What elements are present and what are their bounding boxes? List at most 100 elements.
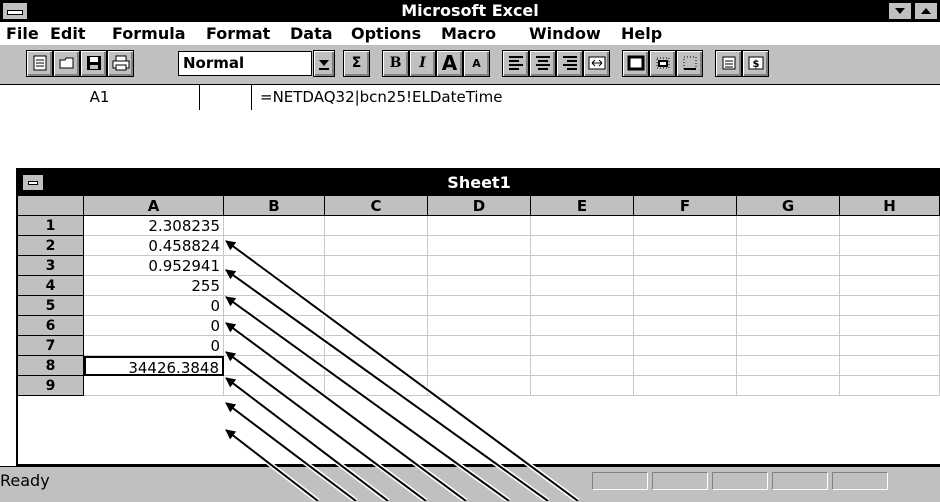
dotted-border-button[interactable]: [676, 50, 703, 77]
cell-e7[interactable]: [531, 336, 634, 356]
row-header-5[interactable]: 5: [18, 296, 84, 316]
cell-f4[interactable]: [634, 276, 737, 296]
cell-a1[interactable]: 2.308235: [84, 216, 224, 236]
cell-f6[interactable]: [634, 316, 737, 336]
cell-d1[interactable]: [428, 216, 531, 236]
cell-d2[interactable]: [428, 236, 531, 256]
cell-d9[interactable]: [428, 376, 531, 396]
new-sheet-button[interactable]: [26, 50, 53, 77]
menu-edit[interactable]: Edit: [50, 22, 86, 45]
cell-d4[interactable]: [428, 276, 531, 296]
cell-h4[interactable]: [840, 276, 940, 296]
autosum-button[interactable]: Σ: [343, 50, 370, 77]
cell-d8[interactable]: [428, 356, 531, 376]
cell-reference-box[interactable]: A1: [0, 85, 200, 110]
cell-f3[interactable]: [634, 256, 737, 276]
column-header-e[interactable]: E: [531, 196, 634, 216]
cell-d3[interactable]: [428, 256, 531, 276]
cell-a4[interactable]: 255: [84, 276, 224, 296]
cell-b2[interactable]: [224, 236, 325, 256]
cell-c5[interactable]: [325, 296, 428, 316]
cell-a8-selected[interactable]: 34426.3848: [84, 356, 224, 377]
cell-b4[interactable]: [224, 276, 325, 296]
italic-button[interactable]: I: [409, 50, 436, 77]
cell-a3[interactable]: 0.952941: [84, 256, 224, 276]
cell-c9[interactable]: [325, 376, 428, 396]
cell-f9[interactable]: [634, 376, 737, 396]
menu-window[interactable]: Window: [529, 22, 601, 45]
row-header-6[interactable]: 6: [18, 316, 84, 336]
cell-f5[interactable]: [634, 296, 737, 316]
cell-c7[interactable]: [325, 336, 428, 356]
cell-f8[interactable]: [634, 356, 737, 376]
cell-f2[interactable]: [634, 236, 737, 256]
outline-border-button[interactable]: [622, 50, 649, 77]
cell-h9[interactable]: [840, 376, 940, 396]
cell-g6[interactable]: [737, 316, 840, 336]
cell-e5[interactable]: [531, 296, 634, 316]
cell-a5[interactable]: 0: [84, 296, 224, 316]
print-button[interactable]: [107, 50, 134, 77]
cell-e9[interactable]: [531, 376, 634, 396]
cell-e2[interactable]: [531, 236, 634, 256]
formula-input[interactable]: =NETDAQ32|bcn25!ELDateTime: [260, 85, 502, 110]
select-visible-button[interactable]: [715, 50, 742, 77]
row-header-9[interactable]: 9: [18, 376, 84, 396]
column-header-h[interactable]: H: [840, 196, 940, 216]
bold-button[interactable]: B: [382, 50, 409, 77]
cell-c2[interactable]: [325, 236, 428, 256]
column-header-c[interactable]: C: [325, 196, 428, 216]
cell-h2[interactable]: [840, 236, 940, 256]
cell-c8[interactable]: [325, 356, 428, 376]
menu-options[interactable]: Options: [351, 22, 421, 45]
menu-data[interactable]: Data: [290, 22, 333, 45]
cell-c4[interactable]: [325, 276, 428, 296]
style-dropdown-button[interactable]: [313, 50, 335, 77]
cell-g5[interactable]: [737, 296, 840, 316]
column-header-b[interactable]: B: [224, 196, 325, 216]
cell-g9[interactable]: [737, 376, 840, 396]
column-header-d[interactable]: D: [428, 196, 531, 216]
cell-d7[interactable]: [428, 336, 531, 356]
currency-button[interactable]: $: [742, 50, 769, 77]
cell-c1[interactable]: [325, 216, 428, 236]
column-header-g[interactable]: G: [737, 196, 840, 216]
cell-b5[interactable]: [224, 296, 325, 316]
cell-g2[interactable]: [737, 236, 840, 256]
cell-e6[interactable]: [531, 316, 634, 336]
menu-format[interactable]: Format: [206, 22, 270, 45]
bottom-border-button[interactable]: [649, 50, 676, 77]
menu-file[interactable]: File: [6, 22, 39, 45]
menu-macro[interactable]: Macro: [441, 22, 496, 45]
cell-f7[interactable]: [634, 336, 737, 356]
cell-b3[interactable]: [224, 256, 325, 276]
cell-d6[interactable]: [428, 316, 531, 336]
increase-font-button[interactable]: A: [436, 50, 463, 77]
align-left-button[interactable]: [502, 50, 529, 77]
cell-a7[interactable]: 0: [84, 336, 224, 356]
cell-a9[interactable]: [84, 376, 224, 396]
cell-e1[interactable]: [531, 216, 634, 236]
cell-e3[interactable]: [531, 256, 634, 276]
cell-h6[interactable]: [840, 316, 940, 336]
column-header-a[interactable]: A: [84, 196, 224, 216]
menu-formula[interactable]: Formula: [112, 22, 186, 45]
row-header-1[interactable]: 1: [18, 216, 84, 236]
cell-e4[interactable]: [531, 276, 634, 296]
cell-c6[interactable]: [325, 316, 428, 336]
column-header-f[interactable]: F: [634, 196, 737, 216]
cell-h5[interactable]: [840, 296, 940, 316]
maximize-button[interactable]: [914, 2, 938, 20]
cell-g1[interactable]: [737, 216, 840, 236]
cell-e8[interactable]: [531, 356, 634, 376]
cell-g3[interactable]: [737, 256, 840, 276]
sheet-control-menu-button[interactable]: [22, 174, 44, 191]
cell-a2[interactable]: 0.458824: [84, 236, 224, 256]
row-header-4[interactable]: 4: [18, 276, 84, 296]
menu-help[interactable]: Help: [621, 22, 662, 45]
cell-d5[interactable]: [428, 296, 531, 316]
align-right-button[interactable]: [556, 50, 583, 77]
cell-b6[interactable]: [224, 316, 325, 336]
row-header-7[interactable]: 7: [18, 336, 84, 356]
cell-b8[interactable]: [224, 356, 325, 376]
